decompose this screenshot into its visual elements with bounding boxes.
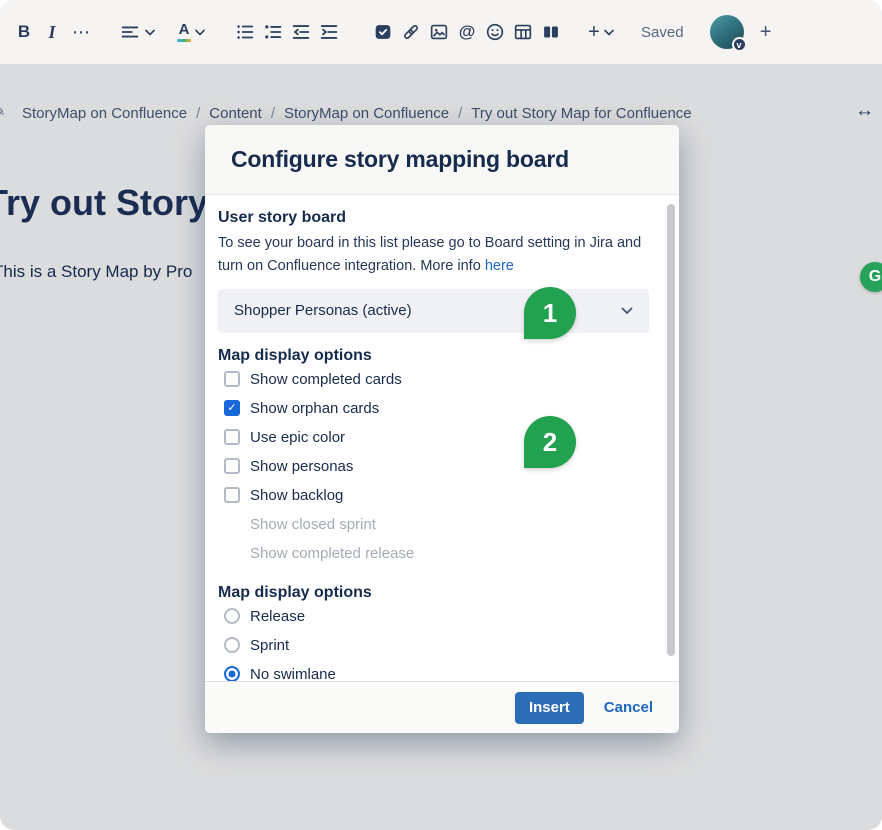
text-color-icon: A (177, 22, 191, 42)
checkbox-icon: ✓ (224, 487, 240, 503)
display-options-heading: Map display options (218, 347, 649, 365)
board-description-text: To see your board in this list please go… (218, 235, 641, 274)
bullet-list-button[interactable] (231, 16, 259, 48)
image-icon (428, 21, 450, 43)
numbered-list-icon (262, 21, 284, 43)
task-checkbox-icon (372, 21, 394, 43)
columns-icon (540, 21, 562, 43)
chevron-down-icon (145, 29, 155, 36)
link-icon (400, 21, 422, 43)
avatar[interactable]: v (710, 15, 744, 49)
numbered-list-button[interactable] (259, 16, 287, 48)
bullet-list-icon (234, 21, 256, 43)
text-color-button[interactable]: A (177, 16, 205, 48)
image-button[interactable] (425, 16, 453, 48)
radio-label: No swimlane (250, 666, 336, 681)
checkbox-label: Show backlog (250, 487, 343, 504)
checkbox-icon: ✓ (224, 429, 240, 445)
checkbox-checked-icon: ✓ (224, 400, 240, 416)
checkbox-use-epic-color[interactable]: ✓ Use epic color (218, 423, 649, 452)
radio-no-swimlane[interactable]: No swimlane (218, 660, 649, 681)
mention-icon: @ (459, 22, 476, 42)
chevron-down-icon (621, 307, 633, 315)
app-window: B I ⋯ A (0, 0, 882, 830)
board-description: To see your board in this list please go… (218, 232, 649, 279)
emoji-button[interactable] (481, 16, 509, 48)
checkbox-show-completed-cards[interactable]: ✓ Show completed cards (218, 365, 649, 394)
indent-button[interactable] (315, 16, 343, 48)
checkbox-show-backlog[interactable]: ✓ Show backlog (218, 481, 649, 510)
mention-button[interactable]: @ (453, 16, 481, 48)
plus-icon: + (588, 21, 600, 44)
align-left-icon (119, 21, 141, 43)
task-list-button[interactable] (369, 16, 397, 48)
checkbox-icon: ✓ (224, 458, 240, 474)
text-align-button[interactable] (119, 16, 155, 48)
scrollbar-thumb[interactable] (667, 204, 675, 656)
swimlane-options-heading: Map display options (218, 584, 649, 602)
table-icon (512, 21, 534, 43)
radio-label: Sprint (250, 637, 289, 654)
more-info-link[interactable]: here (485, 258, 514, 274)
checkbox-show-orphan-cards[interactable]: ✓ Show orphan cards (218, 394, 649, 423)
checkbox-label: Use epic color (250, 429, 345, 446)
radio-sprint[interactable]: Sprint (218, 631, 649, 660)
checkbox-label: Show orphan cards (250, 400, 379, 417)
dialog-body: User story board To see your board in th… (205, 195, 679, 681)
annotation-step-1: 1 (524, 287, 576, 339)
emoji-icon (484, 21, 506, 43)
radio-release[interactable]: Release (218, 602, 649, 631)
chevron-down-icon (195, 29, 205, 36)
bold-button[interactable]: B (10, 16, 38, 48)
italic-button[interactable]: I (38, 16, 66, 48)
outdent-icon (290, 21, 312, 43)
layouts-button[interactable] (537, 16, 565, 48)
dialog-scrollbar (667, 201, 675, 681)
checkbox-icon: ✓ (224, 371, 240, 387)
checkbox-show-completed-release: ✓ Show completed release (218, 539, 649, 568)
checkbox-label: Show personas (250, 458, 353, 475)
indent-icon (318, 21, 340, 43)
outdent-button[interactable] (287, 16, 315, 48)
annotation-step-2: 2 (524, 416, 576, 468)
dialog-title: Configure story mapping board (231, 146, 569, 173)
insert-button[interactable]: Insert (515, 692, 584, 724)
checkbox-label: Show closed sprint (250, 516, 376, 533)
grammarly-icon[interactable]: G (860, 262, 882, 292)
board-select[interactable]: Shopper Personas (active) (218, 289, 649, 333)
radio-selected-icon (224, 666, 240, 681)
cancel-button[interactable]: Cancel (604, 699, 653, 716)
dialog-footer: Insert Cancel (205, 681, 679, 733)
table-button[interactable] (509, 16, 537, 48)
checkbox-label: Show completed cards (250, 371, 402, 388)
more-formatting-button[interactable]: ⋯ (66, 16, 97, 48)
editor-toolbar: B I ⋯ A (0, 0, 882, 64)
configure-board-dialog: Configure story mapping board User story… (205, 125, 679, 733)
chevron-down-icon (604, 29, 614, 36)
radio-icon (224, 637, 240, 653)
save-status: Saved (641, 24, 684, 41)
checkbox-show-personas[interactable]: ✓ Show personas (218, 452, 649, 481)
user-story-board-heading: User story board (218, 209, 649, 227)
dialog-header: Configure story mapping board (205, 125, 679, 195)
avatar-status-badge: v (732, 37, 747, 52)
insert-more-button[interactable]: + (587, 16, 615, 48)
radio-label: Release (250, 608, 305, 625)
checkbox-show-closed-sprint: ✓ Show closed sprint (218, 510, 649, 539)
checkbox-label: Show completed release (250, 545, 414, 562)
radio-icon (224, 608, 240, 624)
add-people-button[interactable]: + (752, 16, 780, 48)
link-button[interactable] (397, 16, 425, 48)
